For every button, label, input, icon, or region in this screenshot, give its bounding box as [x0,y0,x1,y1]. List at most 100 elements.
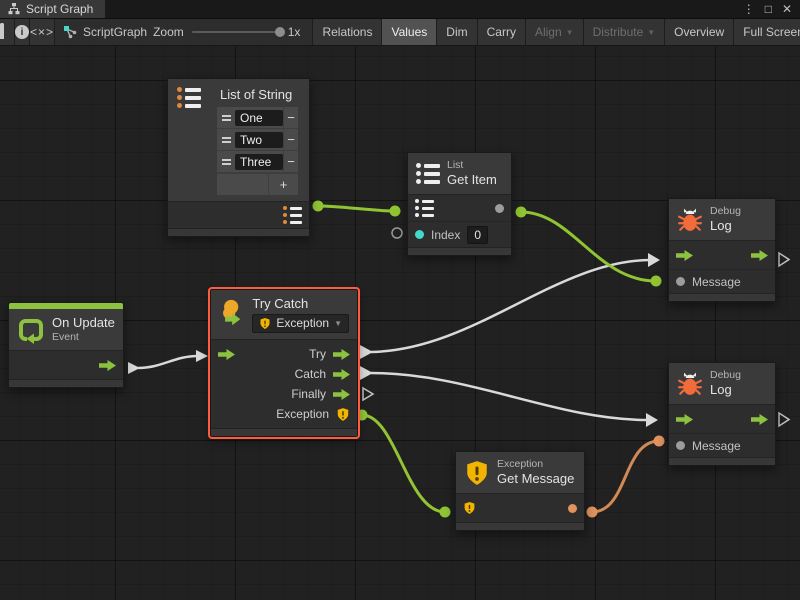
wire-list-to-getitem[interactable] [318,206,395,211]
window-controls: ⋮ □ ✕ [743,0,800,18]
flow-output-port[interactable] [751,414,768,425]
add-item-button[interactable]: + [268,174,298,195]
wire-start-cap[interactable] [360,345,373,359]
wire-try-to-log-top[interactable] [371,260,650,352]
button-label: Carry [487,25,516,39]
finally-output-port[interactable] [333,389,350,400]
wire-endpoint[interactable] [651,276,662,287]
node-footer [456,522,584,530]
toolbar-button-carry[interactable]: Carry [478,19,526,45]
node-title: Try Catch [252,296,349,312]
try-output-port[interactable] [333,349,350,360]
node-header: On Update Event [9,309,123,351]
tab-script-graph[interactable]: Script Graph [0,0,105,18]
toolbar-button-overview[interactable]: Overview [665,19,734,45]
index-value-field[interactable]: 0 [467,226,488,244]
maximize-icon[interactable]: □ [765,3,772,15]
log-bottom-external-port[interactable] [779,413,789,426]
wire-endpoint[interactable] [587,507,598,518]
node-debug-log-bottom[interactable]: Debug Log Message [668,362,776,466]
index-external-port[interactable] [392,228,402,238]
chevron-down-icon: ▼ [334,319,342,329]
flow-output-port[interactable] [751,250,768,261]
zoom-slider[interactable] [192,31,280,33]
info-button[interactable]: i [15,19,30,45]
flow-input-port[interactable] [676,250,693,261]
toolbar-button-align[interactable]: Align ▼ [526,19,584,45]
toolbar-button-values[interactable]: Values [382,19,437,45]
remove-item-button[interactable]: − [283,129,298,150]
graph-canvas[interactable]: List of String One − Two − Three [0,46,800,600]
wire-getmessage-to-log-bottom[interactable] [592,441,659,512]
wire-arrowhead[interactable] [646,413,658,427]
list-item-value[interactable]: Three [235,154,283,170]
drag-handle-icon[interactable] [217,115,235,121]
wire-start-cap[interactable] [360,366,373,380]
list-icon [416,163,440,184]
flow-input-port[interactable] [218,349,235,360]
zoom-slider-handle[interactable] [275,27,285,37]
node-debug-log-top[interactable]: Debug Log Message [668,198,776,302]
wire-endpoint[interactable] [390,206,401,217]
node-footer [669,293,775,301]
index-input-port[interactable] [415,230,424,239]
wire-endpoint[interactable] [516,207,527,218]
toolbar-button-relations[interactable]: Relations [313,19,382,45]
node-header: Try Catch Exception ▼ [211,290,357,340]
exception-output-port[interactable] [336,407,350,422]
toolbar-button-dim[interactable]: Dim [437,19,477,45]
wire-onupdate-to-trycatch[interactable] [138,356,198,368]
node-get-item[interactable]: List Get Item Index 0 [407,152,512,256]
node-footer [211,428,357,436]
list-item-value[interactable]: Two [235,132,283,148]
unity-script-graph-window: Script Graph ⋮ □ ✕ i <×> Script [0,0,800,600]
finally-external-port[interactable] [363,388,373,400]
message-output-port[interactable] [568,504,577,513]
message-input-port[interactable] [676,277,685,286]
node-on-update[interactable]: On Update Event [8,302,124,388]
port-label: Exception [276,407,329,421]
flow-output-port[interactable] [99,360,116,371]
list-input-port[interactable] [415,199,434,217]
wire-catch-to-log-bottom[interactable] [371,373,648,420]
list-item-value[interactable]: One [235,110,283,126]
node-footer [408,247,511,255]
lock-button[interactable] [0,19,15,45]
node-header: Debug Log [669,363,775,405]
wire-exception-to-getmessage[interactable] [362,415,445,512]
wire-endpoint[interactable] [654,436,665,447]
list-add-row: + [217,173,298,195]
exception-input-port[interactable] [463,501,476,515]
remove-item-button[interactable]: − [283,151,298,172]
code-view-button[interactable]: <×> [30,19,55,45]
node-try-catch[interactable]: Try Catch Exception ▼ [210,289,358,437]
toolbar-button-fullscreen[interactable]: Full Screen [734,19,800,45]
list-input-row [408,195,511,221]
catch-output-port[interactable] [333,369,350,380]
log-top-external-port[interactable] [779,253,789,266]
wire-endpoint[interactable] [313,201,324,212]
port-label: Index [431,228,460,242]
warning-shield-icon [259,317,271,330]
menu-icon[interactable]: ⋮ [743,3,755,15]
node-list-of-string[interactable]: List of String One − Two − Three [167,78,310,237]
drag-handle-icon[interactable] [217,137,235,143]
node-header: Exception Get Message [456,452,584,494]
message-row: Message [669,269,775,293]
node-get-message[interactable]: Exception Get Message [455,451,585,531]
item-output-port[interactable] [495,204,504,213]
toolbar-button-distribute[interactable]: Distribute ▼ [584,19,666,45]
message-input-port[interactable] [676,441,685,450]
exception-type-dropdown[interactable]: Exception ▼ [252,314,349,333]
wire-start-cap[interactable] [128,362,140,374]
node-title: List of String [220,84,303,106]
drag-handle-icon[interactable] [217,159,235,165]
list-output-port[interactable] [283,206,302,224]
wire-arrowhead[interactable] [196,350,208,362]
wire-endpoint[interactable] [357,410,368,421]
flow-input-port[interactable] [676,414,693,425]
close-icon[interactable]: ✕ [782,3,792,15]
wire-arrowhead[interactable] [648,253,660,267]
wire-endpoint[interactable] [440,507,451,518]
remove-item-button[interactable]: − [283,107,298,128]
